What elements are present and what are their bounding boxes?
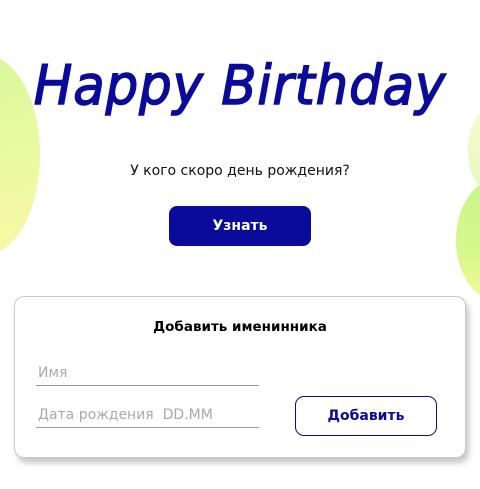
title-lettering: Happy Birthday xyxy=(33,54,447,118)
name-input[interactable] xyxy=(36,360,259,386)
birth-date-input[interactable] xyxy=(36,402,259,428)
add-birthday-card: Добавить именинника Добавить xyxy=(14,296,466,458)
find-button[interactable]: Узнать xyxy=(169,206,311,246)
page-title: Happy Birthday xyxy=(12,52,468,132)
title-text: Happy Birthday xyxy=(34,55,447,118)
add-button[interactable]: Добавить xyxy=(295,396,437,436)
decorative-blob-right xyxy=(456,180,480,300)
card-title: Добавить именинника xyxy=(153,319,327,335)
page: Happy Birthday У кого скоро день рождени… xyxy=(0,0,480,489)
question-text: У кого скоро день рождения? xyxy=(130,163,350,179)
